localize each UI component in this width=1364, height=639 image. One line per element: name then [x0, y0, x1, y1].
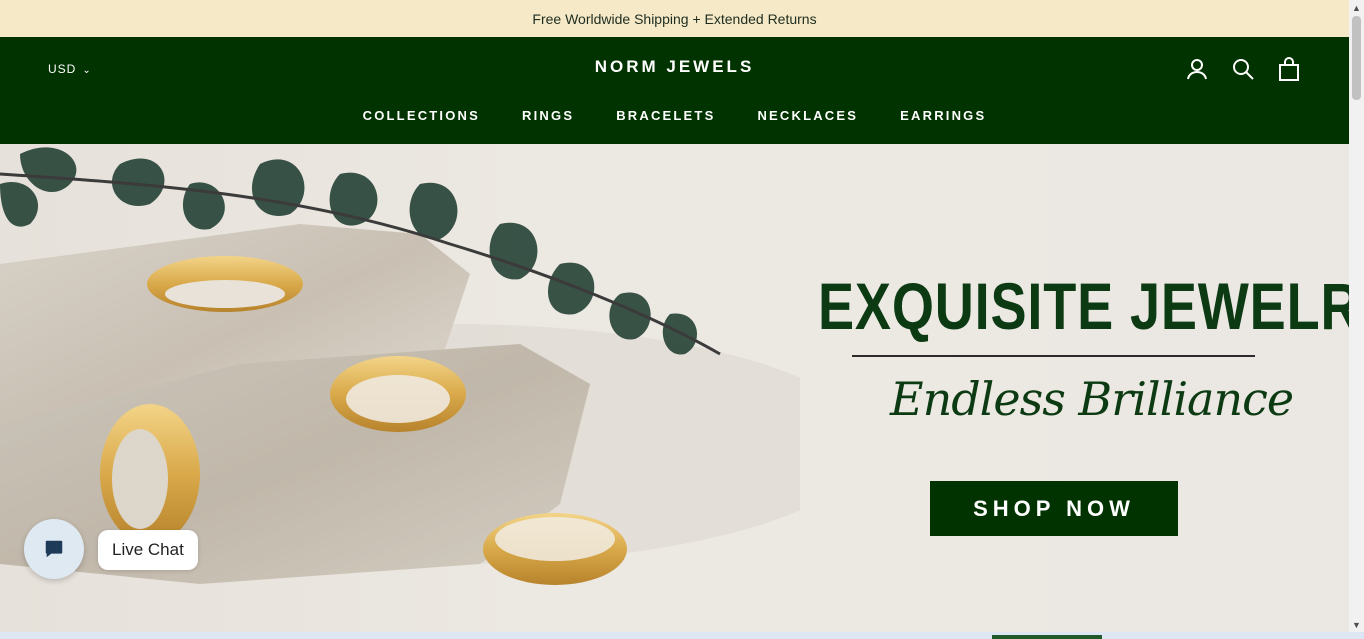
site-header: USD ⌄ NORM JEWELS COLLECTIONS RINGS BRAC… [0, 37, 1349, 144]
live-chat-button[interactable] [24, 519, 84, 579]
scroll-down-arrow-icon[interactable]: ▼ [1349, 617, 1364, 632]
scroll-up-arrow-icon[interactable]: ▲ [1349, 0, 1364, 15]
search-icon[interactable] [1231, 57, 1255, 81]
announcement-bar: Free Worldwide Shipping + Extended Retur… [0, 0, 1349, 37]
nav-earrings[interactable]: EARRINGS [900, 108, 986, 123]
nav-collections[interactable]: COLLECTIONS [363, 108, 480, 123]
bottom-accent [992, 635, 1102, 639]
cart-icon[interactable] [1277, 57, 1301, 81]
page-scrollbar[interactable]: ▲ ▼ [1349, 0, 1364, 632]
hero-banner[interactable]: EXQUISITE JEWELRY Endless Brilliance SHO… [0, 144, 1349, 632]
announcement-text: Free Worldwide Shipping + Extended Retur… [532, 10, 817, 27]
scroll-thumb[interactable] [1352, 16, 1361, 100]
account-icon[interactable] [1185, 57, 1209, 81]
nav-rings[interactable]: RINGS [522, 108, 574, 123]
header-actions [1185, 57, 1301, 81]
shop-now-button[interactable]: SHOP NOW [930, 481, 1178, 536]
nav-bracelets[interactable]: BRACELETS [616, 108, 715, 123]
chat-bubble-icon [45, 540, 63, 558]
live-chat-label[interactable]: Live Chat [98, 530, 198, 570]
hero-subtitle: Endless Brilliance [890, 372, 1294, 426]
hero-divider [852, 355, 1255, 357]
bottom-strip [0, 632, 1364, 639]
main-nav: COLLECTIONS RINGS BRACELETS NECKLACES EA… [0, 108, 1349, 123]
hero-title: EXQUISITE JEWELRY [818, 269, 1349, 343]
brand-logo[interactable]: NORM JEWELS [0, 57, 1349, 77]
nav-necklaces[interactable]: NECKLACES [757, 108, 858, 123]
